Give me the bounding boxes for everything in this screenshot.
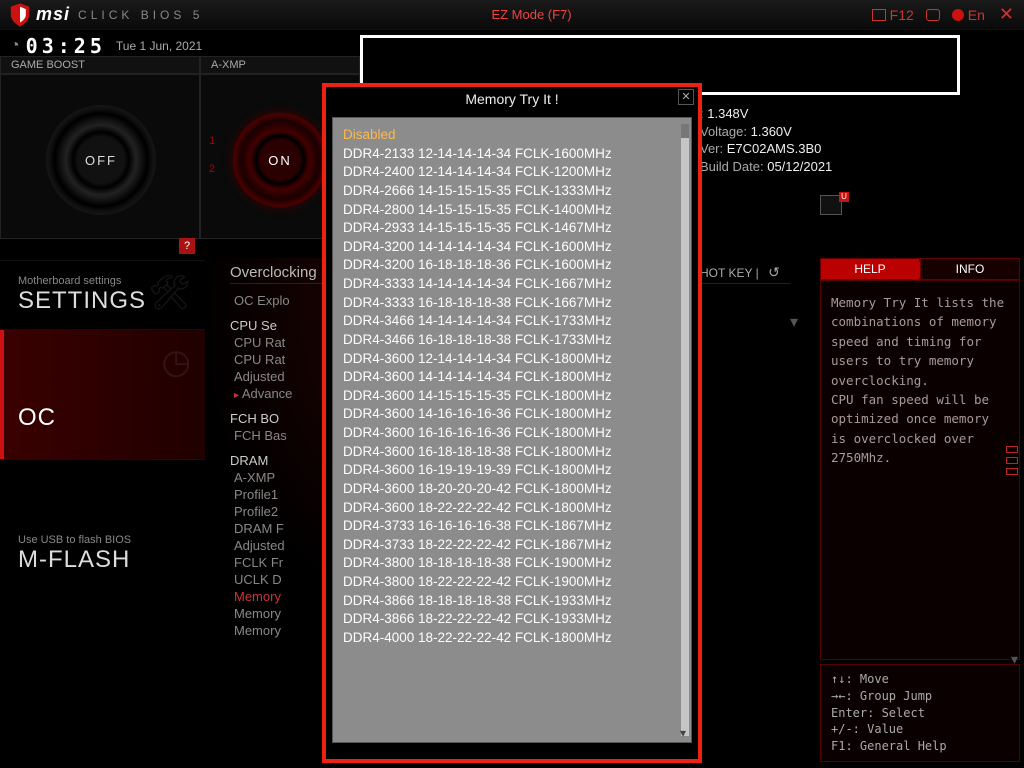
clock-icon: ◔ [10, 37, 20, 55]
popup-list[interactable]: DisabledDDR4-2133 12-14-14-14-34 FCLK-16… [333, 118, 691, 656]
popup-title: Memory Try It ! ✕ [326, 87, 698, 111]
memory-option[interactable]: DDR4-3200 14-14-14-14-34 FCLK-1600MHz [343, 238, 681, 257]
memory-option[interactable]: DDR4-3200 16-18-18-18-36 FCLK-1600MHz [343, 256, 681, 275]
memory-option[interactable]: DDR4-3600 16-19-19-19-39 FCLK-1800MHz [343, 461, 681, 480]
msi-shield-icon [10, 3, 30, 27]
usb-badge: U [839, 192, 849, 202]
axmp-slot-1: 1 [209, 135, 215, 147]
memory-option[interactable]: DDR4-3600 16-16-16-16-36 FCLK-1800MHz [343, 424, 681, 443]
memory-option[interactable]: DDR4-3600 12-14-14-14-34 FCLK-1800MHz [343, 350, 681, 369]
indicator-dots [1006, 446, 1018, 475]
axmp-slot-2: 2 [209, 163, 215, 175]
clock-date: Tue 1 Jun, 2021 [116, 39, 202, 53]
help-text: Memory Try It lists the combinations of … [820, 280, 1020, 660]
scroll-down-icon[interactable]: ▾ [1011, 651, 1018, 668]
memory-try-it-popup: Memory Try It ! ✕ DisabledDDR4-2133 12-1… [322, 83, 702, 763]
memory-option[interactable]: DDR4-2800 14-15-15-15-35 FCLK-1400MHz [343, 201, 681, 220]
wrench-icon: 🛠 [148, 273, 191, 313]
sidebar-item-settings[interactable]: 🛠 Motherboard settings SETTINGS [0, 260, 205, 329]
memory-option[interactable]: DDR4-2133 12-14-14-14-34 FCLK-1600MHz [343, 145, 681, 164]
memory-option[interactable]: DDR4-3600 16-18-18-18-38 FCLK-1800MHz [343, 443, 681, 462]
scroll-down-icon[interactable]: ▾ [790, 312, 798, 332]
game-boost-dial[interactable]: OFF [46, 105, 156, 215]
sidebar: 🛠 Motherboard settings SETTINGS ◷ OC Use… [0, 260, 205, 589]
boost-row: GAME BOOST OFF ? A-XMP 1 2 ON [0, 56, 360, 239]
memory-option[interactable]: DDR4-3600 14-16-16-16-36 FCLK-1800MHz [343, 405, 681, 424]
popup-scrollbar[interactable] [681, 124, 689, 736]
brand-subtitle: CLICK BIOS 5 [78, 8, 203, 22]
memory-option[interactable]: DDR4-3466 14-14-14-14-34 FCLK-1733MHz [343, 312, 681, 331]
axmp-state: ON [268, 153, 292, 168]
game-boost-state: OFF [85, 153, 117, 168]
top-bar: msi CLICK BIOS 5 EZ Mode (F7) F12 En ✕ [0, 0, 1024, 30]
memory-option[interactable]: DDR4-3333 14-14-14-14-34 FCLK-1667MHz [343, 275, 681, 294]
memory-option[interactable]: DDR4-3333 16-18-18-18-38 FCLK-1667MHz [343, 294, 681, 313]
memory-option[interactable]: DDR4-3600 18-22-22-22-42 FCLK-1800MHz [343, 499, 681, 518]
memory-option[interactable]: DDR4-3600 14-15-15-15-35 FCLK-1800MHz [343, 387, 681, 406]
memory-option[interactable]: DDR4-2400 12-14-14-14-34 FCLK-1200MHz [343, 163, 681, 182]
memory-option[interactable]: DDR4-4000 18-22-22-22-42 FCLK-1800MHz [343, 629, 681, 648]
game-boost-panel: OFF ? [0, 74, 200, 239]
usb-icon[interactable]: U [820, 195, 842, 215]
popup-close-button[interactable]: ✕ [678, 89, 694, 105]
sidebar-item-oc[interactable]: ◷ OC [0, 329, 205, 459]
memory-option[interactable]: DDR4-3733 16-16-16-16-38 FCLK-1867MHz [343, 517, 681, 536]
close-button[interactable]: ✕ [999, 4, 1014, 25]
memory-option[interactable]: DDR4-3800 18-22-22-22-42 FCLK-1900MHz [343, 573, 681, 592]
hotkey-label[interactable]: HOT KEY | ↺ [700, 264, 780, 281]
language-button[interactable]: En [952, 7, 985, 23]
ez-mode-link[interactable]: EZ Mode (F7) [491, 7, 571, 22]
memory-option[interactable]: DDR4-3600 18-20-20-20-42 FCLK-1800MHz [343, 480, 681, 499]
memory-option[interactable]: DDR4-2933 14-15-15-15-35 FCLK-1467MHz [343, 219, 681, 238]
sidebar-item-mflash[interactable]: Use USB to flash BIOS M-FLASH [0, 459, 205, 589]
system-info: : 1.348V Voltage: 1.360V Ver: E7C02AMS.3… [700, 105, 832, 175]
screenshot-button[interactable]: F12 [872, 7, 914, 23]
undo-icon[interactable]: ↺ [768, 264, 780, 280]
memory-option[interactable]: Disabled [343, 126, 681, 145]
memory-option[interactable]: DDR4-3800 18-18-18-18-38 FCLK-1900MHz [343, 554, 681, 573]
brand-logo: msi [36, 4, 70, 25]
tab-help[interactable]: HELP [820, 258, 920, 280]
axmp-tab: A-XMP [200, 56, 360, 74]
clock-time: 03:25 [26, 34, 106, 58]
memory-option[interactable]: DDR4-3866 18-18-18-18-38 FCLK-1933MHz [343, 592, 681, 611]
memory-option[interactable]: DDR4-3600 14-14-14-14-34 FCLK-1800MHz [343, 368, 681, 387]
memory-option[interactable]: DDR4-2666 14-15-15-15-35 FCLK-1333MHz [343, 182, 681, 201]
memory-option[interactable]: DDR4-3466 16-18-18-18-38 FCLK-1733MHz [343, 331, 681, 350]
popup-body: DisabledDDR4-2133 12-14-14-14-34 FCLK-16… [332, 117, 692, 743]
search-icon[interactable] [926, 9, 940, 21]
axmp-dial[interactable]: ON [233, 113, 327, 207]
memory-option[interactable]: DDR4-3866 18-22-22-22-42 FCLK-1933MHz [343, 610, 681, 629]
key-hints: ↑↓: Move →←: Group Jump Enter: Select +/… [820, 664, 1020, 762]
help-icon[interactable]: ? [179, 238, 195, 254]
gauge-icon: ◷ [161, 342, 191, 382]
game-boost-tab: GAME BOOST [0, 56, 200, 74]
help-column: HELP INFO Memory Try It lists the combin… [820, 258, 1020, 762]
tab-info[interactable]: INFO [920, 258, 1020, 280]
memory-option[interactable]: DDR4-3733 18-22-22-22-42 FCLK-1867MHz [343, 536, 681, 555]
